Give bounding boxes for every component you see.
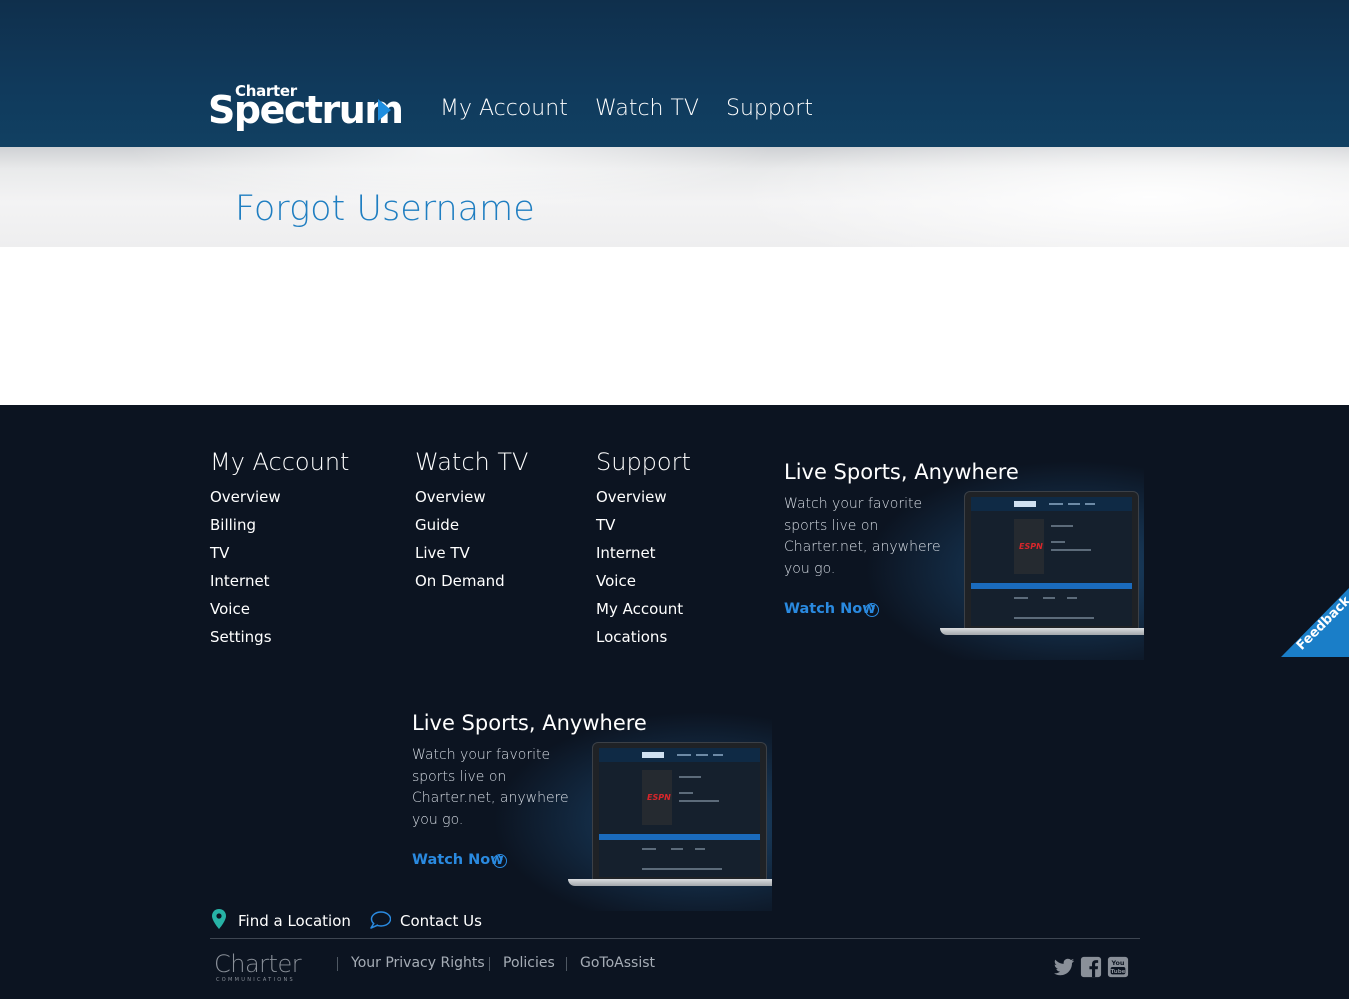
laptop-image: ESPN xyxy=(940,491,1144,636)
screen-logo xyxy=(1014,501,1036,507)
contact-us-link[interactable]: Contact Us xyxy=(400,912,482,930)
charter-logo-text: Charter xyxy=(214,950,302,978)
promo-title: Live Sports, Anywhere xyxy=(784,460,1019,484)
watch-now-link[interactable]: Watch Now xyxy=(412,852,504,868)
screen-bar xyxy=(971,583,1132,589)
footer-link-guide[interactable]: Guide xyxy=(415,516,459,534)
screen-line xyxy=(1051,549,1091,551)
footer-divider xyxy=(210,938,1140,939)
screen-line xyxy=(642,848,656,850)
chat-bubble-icon[interactable] xyxy=(370,911,391,929)
charter-logo-subtext: COMMUNICATIONS xyxy=(216,977,296,983)
screen-line xyxy=(1014,597,1028,599)
laptop-screen: ESPN xyxy=(971,497,1132,626)
banner-decoration xyxy=(700,147,1349,247)
footer-heading-watch-tv: Watch TV xyxy=(415,448,529,476)
footer-heading-support: Support xyxy=(596,448,691,476)
site-header: Charter Spectrum My Account Watch TV Sup… xyxy=(0,0,1349,147)
separator xyxy=(337,957,338,971)
spectrum-logo[interactable]: Charter Spectrum xyxy=(208,82,404,132)
footer-link-overview[interactable]: Overview xyxy=(596,488,667,506)
screen-line xyxy=(679,800,719,802)
footer-link-internet[interactable]: Internet xyxy=(596,544,656,562)
location-pin-icon[interactable] xyxy=(212,909,226,929)
laptop-base xyxy=(568,879,772,886)
screen-nav xyxy=(677,754,691,756)
footer-heading-my-account: My Account xyxy=(210,448,350,476)
footer-link-on-demand[interactable]: On Demand xyxy=(415,572,505,590)
live-sports-promo: Live Sports, Anywhere Watch your favorit… xyxy=(784,460,1144,660)
footer-link-tv[interactable]: TV xyxy=(596,516,615,534)
logo-spectrum-text: Spectrum xyxy=(208,88,404,132)
youtube-icon[interactable]: You Tube xyxy=(1107,956,1129,978)
nav-my-account[interactable]: My Account xyxy=(440,96,568,121)
screen-nav xyxy=(713,754,723,756)
footer-link-internet[interactable]: Internet xyxy=(210,572,270,590)
watch-now-link[interactable]: Watch Now xyxy=(784,601,876,617)
screen-line xyxy=(1043,597,1055,599)
nav-support[interactable]: Support xyxy=(726,96,813,121)
footer-link-voice[interactable]: Voice xyxy=(210,600,250,618)
screen-nav xyxy=(1049,503,1063,505)
separator xyxy=(489,957,490,971)
screen-nav xyxy=(696,754,708,756)
screen-bar xyxy=(599,834,760,840)
screen-line xyxy=(642,868,722,870)
footer-link-overview[interactable]: Overview xyxy=(415,488,486,506)
nav-watch-tv[interactable]: Watch TV xyxy=(595,96,699,121)
twitter-icon[interactable] xyxy=(1053,956,1075,978)
page-title: Forgot Username xyxy=(235,189,535,229)
footer-link-tv[interactable]: TV xyxy=(210,544,229,562)
screen-nav xyxy=(1085,503,1095,505)
separator xyxy=(566,957,567,971)
chevron-right-icon[interactable]: ❯ xyxy=(493,854,507,868)
espn-logo: ESPN xyxy=(1019,542,1043,551)
footer-link-billing[interactable]: Billing xyxy=(210,516,256,534)
privacy-rights-link[interactable]: Your Privacy Rights xyxy=(351,955,485,971)
screen-line xyxy=(1014,617,1094,619)
gotoassist-link[interactable]: GoToAssist xyxy=(580,955,655,971)
laptop-image: ESPN xyxy=(568,742,772,887)
chevron-right-icon[interactable]: ❯ xyxy=(865,603,879,617)
footer-link-my-account[interactable]: My Account xyxy=(596,600,683,618)
screen-line xyxy=(671,848,683,850)
footer-link-voice[interactable]: Voice xyxy=(596,572,636,590)
footer-link-settings[interactable]: Settings xyxy=(210,628,272,646)
espn-logo: ESPN xyxy=(647,793,671,802)
laptop-base xyxy=(940,628,1144,635)
promo-text: Watch your favorite sports live on Chart… xyxy=(784,496,941,577)
screen-line xyxy=(679,792,693,794)
facebook-icon[interactable] xyxy=(1080,956,1102,978)
promo-text: Watch your favorite sports live on Chart… xyxy=(412,747,569,828)
footer-link-locations[interactable]: Locations xyxy=(596,628,667,646)
promo-title: Live Sports, Anywhere xyxy=(412,711,647,735)
laptop-screen: ESPN xyxy=(599,748,760,877)
logo-arrow-icon xyxy=(378,99,391,121)
page-banner: Forgot Username xyxy=(0,147,1349,247)
screen-line xyxy=(1051,541,1065,543)
screen-line xyxy=(1051,525,1073,527)
feedback-tab[interactable]: Feedback xyxy=(1281,588,1349,657)
svg-text:Tube: Tube xyxy=(1111,969,1126,975)
find-location-link[interactable]: Find a Location xyxy=(238,912,351,930)
screen-logo xyxy=(642,752,664,758)
policies-link[interactable]: Policies xyxy=(503,955,555,971)
svg-text:You: You xyxy=(1110,959,1124,967)
screen-nav xyxy=(1068,503,1080,505)
screen-line xyxy=(1067,597,1077,599)
live-sports-promo: Live Sports, Anywhere Watch your favorit… xyxy=(412,711,772,911)
footer-link-overview[interactable]: Overview xyxy=(210,488,281,506)
footer-link-live-tv[interactable]: Live TV xyxy=(415,544,470,562)
screen-line xyxy=(695,848,705,850)
screen-line xyxy=(679,776,701,778)
charter-communications-logo[interactable]: Charter COMMUNICATIONS xyxy=(214,950,302,983)
